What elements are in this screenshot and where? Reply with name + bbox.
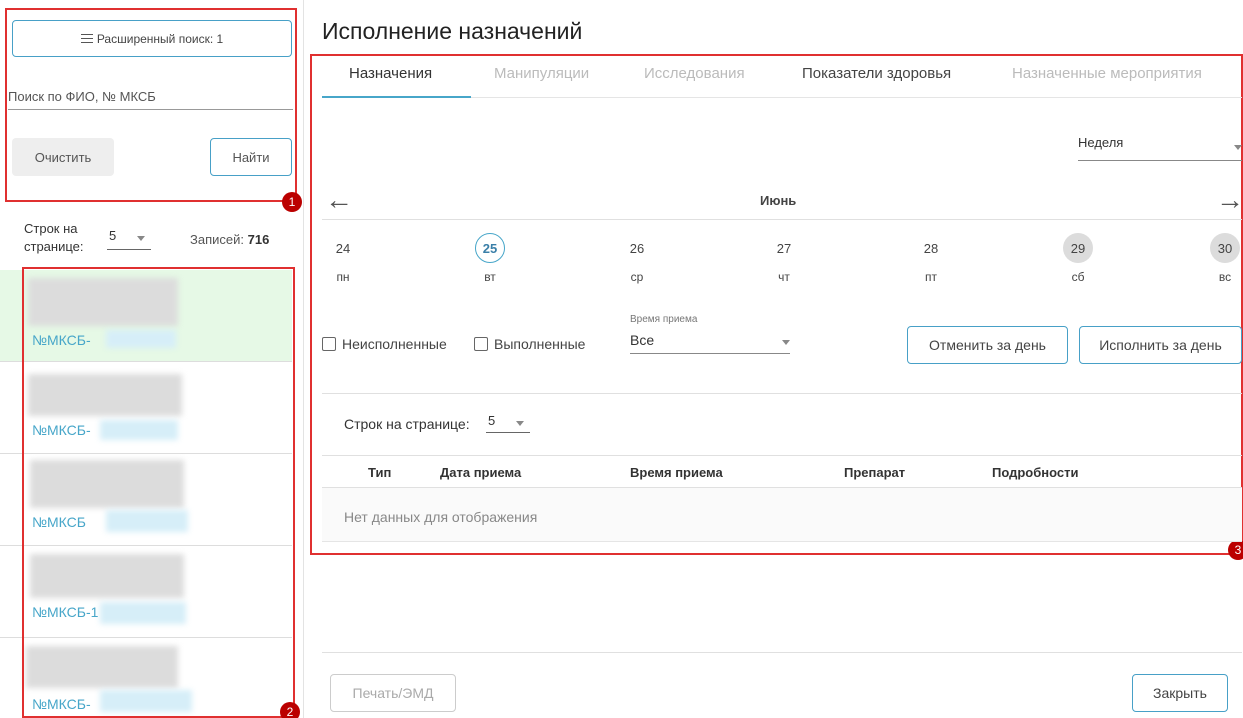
tab-scheduled-activities[interactable]: Назначенные мероприятия	[1012, 65, 1202, 82]
tab-bar: Назначения Манипуляции Исследования Пока…	[322, 58, 1242, 98]
filter-executed[interactable]: Выполненные	[474, 336, 585, 352]
rows-per-page-value: 5	[109, 228, 117, 243]
table-rows-per-page-value: 5	[488, 413, 496, 428]
column-header-drug[interactable]: Препарат	[844, 465, 905, 480]
column-header-type[interactable]: Тип	[368, 465, 391, 480]
column-header-time[interactable]: Время приема	[630, 465, 723, 480]
day-name-25: вт	[484, 270, 496, 284]
divider	[322, 219, 1242, 220]
day-27[interactable]: 27	[769, 233, 799, 263]
arrow-right-icon[interactable]: →	[1216, 186, 1243, 214]
time-filter-value: Все	[630, 332, 655, 348]
time-filter-select[interactable]: Все	[630, 332, 790, 354]
period-select[interactable]: Неделя	[1078, 135, 1242, 161]
filter-unexecuted-label: Неисполненные	[342, 336, 447, 352]
divider	[322, 393, 1242, 394]
checkbox-icon[interactable]	[322, 337, 336, 351]
day-name-26: ср	[630, 270, 644, 284]
rows-per-page-select[interactable]: 5	[107, 228, 151, 250]
active-tab-indicator	[322, 96, 471, 98]
day-29[interactable]: 29	[1063, 233, 1093, 263]
close-button[interactable]: Закрыть	[1132, 674, 1228, 712]
day-name-30: вс	[1218, 270, 1232, 284]
filter-executed-label: Выполненные	[494, 336, 586, 352]
arrow-left-icon[interactable]: ←	[325, 186, 353, 214]
chevron-down-icon	[782, 340, 790, 345]
chevron-down-icon	[1234, 145, 1242, 150]
period-value: Неделя	[1078, 135, 1124, 150]
day-name-27: чт	[778, 270, 790, 284]
filter-unexecuted[interactable]: Неисполненные	[322, 336, 447, 352]
annotation-marker-1: 1	[282, 192, 302, 212]
divider	[322, 652, 1242, 653]
annotation-frame-search	[5, 8, 297, 202]
column-header-details[interactable]: Подробности	[992, 465, 1079, 480]
annotation-frame-patient-list	[22, 267, 295, 718]
time-filter-label: Время приема	[630, 314, 698, 325]
cancel-day-button[interactable]: Отменить за день	[907, 326, 1068, 364]
table-rows-per-page-label: Строк на странице:	[344, 416, 470, 432]
page-title: Исполнение назначений	[322, 18, 583, 44]
day-30[interactable]: 30	[1210, 233, 1240, 263]
day-25-today[interactable]: 25	[475, 233, 505, 263]
records-count: Записей: 716	[190, 232, 269, 247]
tab-health-indicators[interactable]: Показатели здоровья	[802, 65, 951, 82]
table-header: Тип Дата приема Время приема Препарат По…	[322, 455, 1242, 488]
annotation-marker-2: 2	[280, 702, 300, 718]
tab-assignments[interactable]: Назначения	[349, 65, 432, 82]
records-label: Записей:	[190, 232, 244, 247]
annotation-marker-3: 3	[1228, 540, 1243, 560]
table-empty-row: Нет данных для отображения	[322, 488, 1242, 542]
column-header-date[interactable]: Дата приема	[440, 465, 521, 480]
records-value: 716	[247, 232, 270, 247]
day-26[interactable]: 26	[622, 233, 652, 263]
tab-manipulations[interactable]: Манипуляции	[494, 65, 589, 82]
day-name-28: пт	[925, 270, 937, 284]
empty-state-text: Нет данных для отображения	[344, 509, 538, 525]
rows-per-page-label: Строк на странице:	[24, 221, 84, 254]
checkbox-icon[interactable]	[474, 337, 488, 351]
table-rows-per-page-select[interactable]: 5	[486, 413, 530, 433]
day-24[interactable]: 24	[328, 233, 358, 263]
month-label: Июнь	[760, 193, 797, 208]
day-28[interactable]: 28	[916, 233, 946, 263]
day-name-24: пн	[336, 270, 350, 284]
day-name-29: сб	[1071, 270, 1085, 284]
chevron-down-icon	[516, 421, 524, 426]
chevron-down-icon	[137, 236, 145, 241]
tab-investigations[interactable]: Исследования	[644, 65, 745, 82]
print-emd-button[interactable]: Печать/ЭМД	[330, 674, 456, 712]
execute-day-button[interactable]: Исполнить за день	[1079, 326, 1242, 364]
